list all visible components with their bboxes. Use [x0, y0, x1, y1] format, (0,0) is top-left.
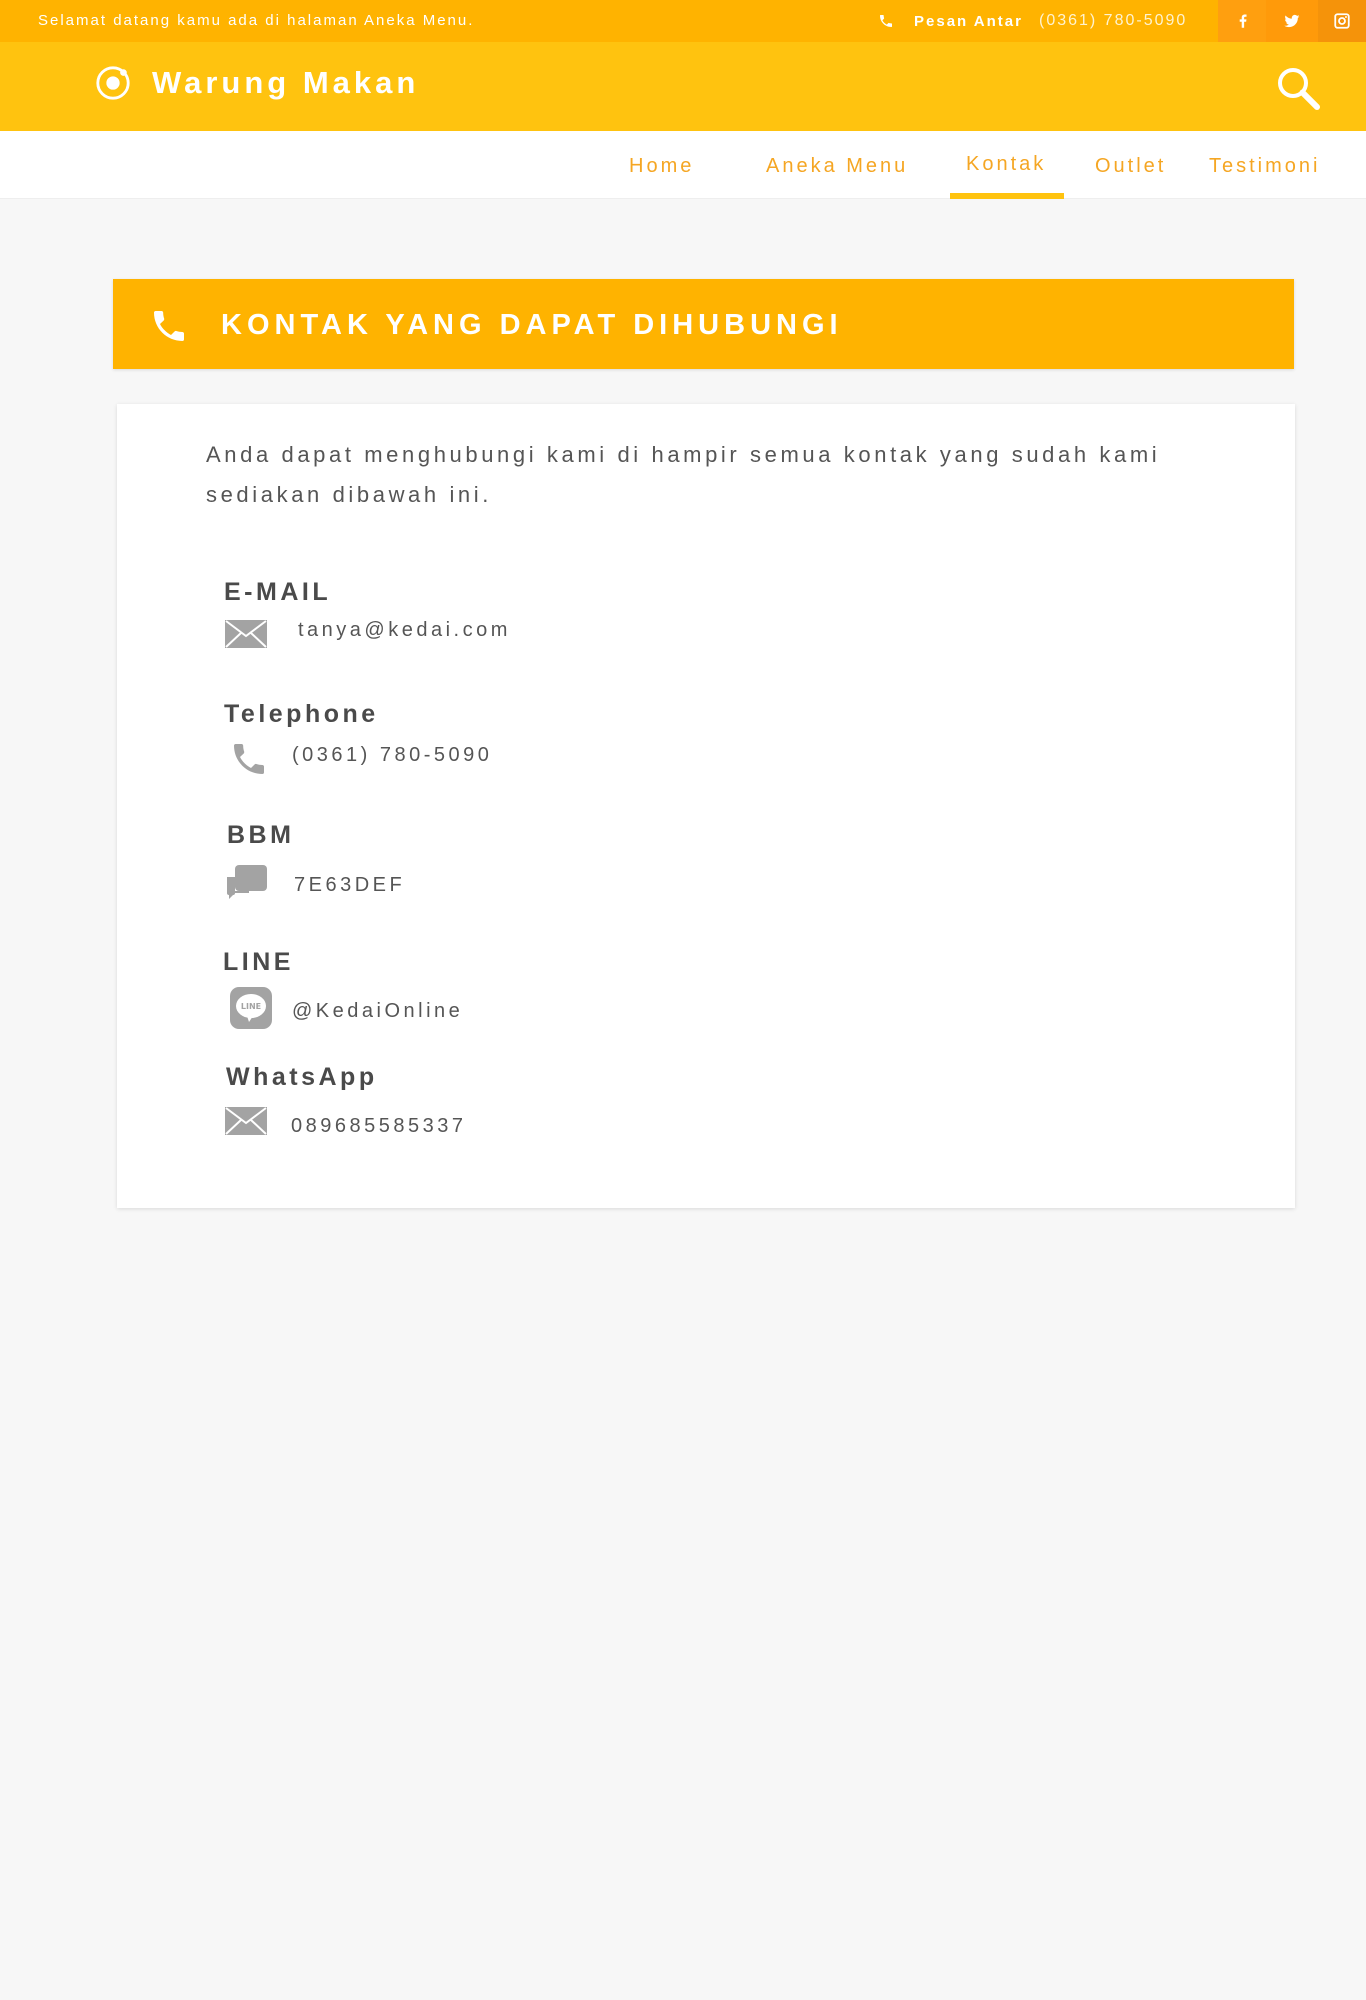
twitter-button[interactable] [1266, 0, 1318, 42]
envelope-icon [225, 620, 267, 648]
nav-home[interactable]: Home [629, 131, 694, 199]
phone-icon [234, 744, 264, 774]
brand[interactable]: Warung Makan [94, 64, 419, 102]
instagram-button[interactable] [1318, 0, 1366, 42]
line-value[interactable]: @KedaiOnline [292, 1000, 463, 1023]
line-heading: LINE [223, 948, 294, 976]
top-bar: Selamat datang kamu ada di halaman Aneka… [0, 0, 1366, 42]
phone-icon [880, 15, 892, 27]
facebook-icon [1239, 14, 1247, 28]
svg-text:LINE: LINE [241, 1002, 261, 1011]
email-value[interactable]: tanya@kedai.com [298, 619, 511, 642]
intro-text: Anda dapat menghubungi kami di hampir se… [206, 442, 1161, 507]
section-title: KONTAK YANG DAPAT DIHUBUNGI [221, 309, 843, 341]
search-icon[interactable] [1274, 64, 1322, 112]
active-tab-indicator [950, 193, 1064, 199]
contact-card: Anda dapat menghubungi kami di hampir se… [117, 404, 1295, 1208]
telephone-value[interactable]: (0361) 780-5090 [292, 744, 492, 767]
envelope-icon [225, 1107, 267, 1135]
chat-icon [227, 865, 267, 899]
facebook-button[interactable] [1218, 0, 1268, 42]
nav-outlet[interactable]: Outlet [1095, 131, 1166, 199]
order-phone[interactable]: (0361) 780-5090 [1039, 12, 1187, 30]
order-label: Pesan Antar [914, 12, 1023, 30]
email-heading: E-MAIL [224, 578, 332, 606]
nav-kontak[interactable]: Kontak [966, 129, 1046, 197]
order-info: Pesan Antar (0361) 780-5090 [878, 0, 1187, 42]
whatsapp-heading: WhatsApp [226, 1063, 378, 1091]
nav-aneka-menu[interactable]: Aneka Menu [766, 131, 908, 199]
site-header: Warung Makan [0, 42, 1366, 131]
telephone-heading: Telephone [224, 700, 379, 728]
main-nav: Home Aneka Menu Kontak Outlet Testimoni [0, 131, 1366, 199]
bbm-heading: BBM [227, 821, 295, 849]
section-header: KONTAK YANG DAPAT DIHUBUNGI [113, 279, 1294, 369]
bbm-value[interactable]: 7E63DEF [294, 874, 405, 897]
logo-icon [96, 66, 130, 100]
twitter-icon [1284, 14, 1300, 28]
line-icon: LINE [230, 987, 272, 1029]
brand-name: Warung Makan [152, 65, 420, 100]
whatsapp-value[interactable]: 089685585337 [291, 1115, 466, 1138]
nav-testimoni[interactable]: Testimoni [1209, 131, 1320, 199]
instagram-icon [1334, 13, 1350, 29]
welcome-text: Selamat datang kamu ada di halaman Aneka… [38, 12, 475, 29]
phone-icon [154, 311, 184, 341]
